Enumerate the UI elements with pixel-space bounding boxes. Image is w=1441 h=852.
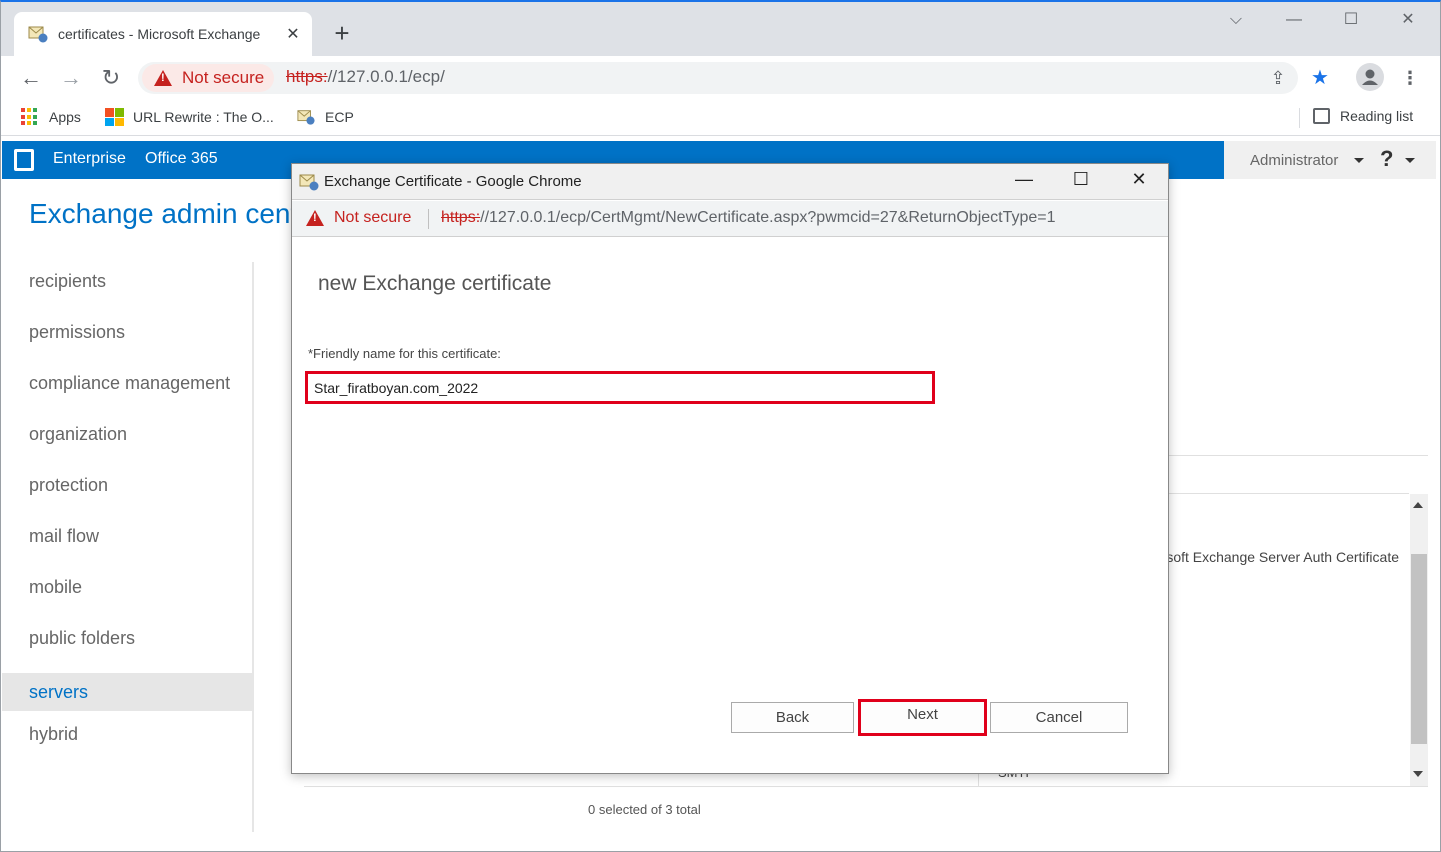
menu-kebab-icon[interactable]: ⋮ <box>1398 66 1422 90</box>
nav-divider <box>252 262 254 832</box>
close-icon[interactable]: ✕ <box>1124 169 1154 190</box>
nav-item-mail-flow[interactable]: mail flow <box>2 513 252 564</box>
help-icon[interactable]: ? <box>1380 146 1393 172</box>
left-nav: recipients permissions compliance manage… <box>2 258 252 762</box>
page-title: Exchange admin center <box>29 198 324 229</box>
exchange-favicon-icon <box>28 26 48 43</box>
bookmark-apps-label: Apps <box>49 109 81 125</box>
bookmark-ecp[interactable]: ECP <box>297 108 354 126</box>
divider <box>304 786 1428 787</box>
warning-icon <box>154 70 172 86</box>
not-secure-indicator[interactable]: Not secure <box>306 209 411 227</box>
back-button[interactable]: Back <box>731 702 854 733</box>
url-text[interactable]: https://127.0.0.1/ecp/ <box>286 67 445 87</box>
reading-list-icon <box>1313 108 1330 124</box>
maximize-icon[interactable]: ☐ <box>1066 169 1096 190</box>
browser-tab[interactable]: certificates - Microsoft Exchange ✕ <box>14 12 312 56</box>
address-bar[interactable]: Not secure https://127.0.0.1/ecp/ ⇪ <box>138 62 1298 94</box>
admin-user-menu[interactable]: Administrator <box>1250 152 1338 169</box>
office365-link[interactable]: Office 365 <box>145 150 218 168</box>
reading-list-label: Reading list <box>1340 108 1414 124</box>
nav-item-recipients[interactable]: recipients <box>2 258 252 309</box>
maximize-icon[interactable]: ☐ <box>1336 8 1366 32</box>
selection-status: 0 selected of 3 total <box>588 802 701 817</box>
divider <box>1169 455 1428 456</box>
not-secure-label: Not secure <box>182 68 265 87</box>
nav-item-compliance-management[interactable]: compliance management <box>2 360 252 411</box>
share-icon[interactable]: ⇪ <box>1266 66 1290 90</box>
microsoft-logo-icon <box>105 108 124 126</box>
tab-close-icon[interactable]: ✕ <box>284 24 302 44</box>
cert-list-row[interactable]: Microsoft Exchange Server Auth Certifica… <box>1169 546 1399 570</box>
friendly-name-label: *Friendly name for this certificate: <box>308 346 501 361</box>
popup-address-bar[interactable]: Not secure https://127.0.0.1/ecp/CertMgm… <box>292 201 1168 237</box>
dialog-heading: new Exchange certificate <box>318 272 552 295</box>
close-window-icon[interactable]: ✕ <box>1393 8 1423 32</box>
popup-url[interactable]: https://127.0.0.1/ecp/CertMgmt/NewCertif… <box>441 209 1056 227</box>
nav-item-mobile[interactable]: mobile <box>2 564 252 615</box>
tab-search-icon[interactable]: ⌵ <box>1221 8 1251 32</box>
back-arrow-icon[interactable]: ← <box>17 64 45 92</box>
nav-item-servers[interactable]: servers <box>2 673 252 711</box>
browser-tab-strip: certificates - Microsoft Exchange ✕ + ⌵ … <box>0 0 1441 56</box>
url-path: //127.0.0.1/ecp/CertMgmt/NewCertificate.… <box>480 209 1056 226</box>
bookmark-apps[interactable]: Apps <box>21 108 81 126</box>
url-scheme: https: <box>441 209 481 226</box>
chevron-down-icon[interactable] <box>1354 158 1364 163</box>
column-divider <box>978 774 979 786</box>
divider <box>428 209 429 229</box>
minimize-icon[interactable]: — <box>1009 169 1039 190</box>
scroll-up-icon[interactable] <box>1413 502 1423 508</box>
cert-name: Microsoft Exchange Server Auth Certifica… <box>1169 549 1399 565</box>
nav-item-protection[interactable]: protection <box>2 462 252 513</box>
tab-title: certificates - Microsoft Exchange <box>58 26 261 42</box>
url-scheme: https: <box>286 67 328 86</box>
nav-item-permissions[interactable]: permissions <box>2 309 252 360</box>
nav-item-hybrid[interactable]: hybrid <box>2 711 252 762</box>
minimize-icon[interactable]: — <box>1279 8 1309 32</box>
nav-item-organization[interactable]: organization <box>2 411 252 462</box>
popup-title: Exchange Certificate - Google Chrome <box>324 173 582 190</box>
bookmarks-divider <box>1299 108 1300 128</box>
chevron-down-icon[interactable] <box>1405 158 1415 163</box>
bookmark-ecp-label: ECP <box>325 109 354 125</box>
friendly-name-input[interactable] <box>305 371 935 404</box>
exchange-favicon-icon <box>299 174 319 191</box>
enterprise-link[interactable]: Enterprise <box>53 150 126 185</box>
not-secure-indicator[interactable]: Not secure <box>142 64 275 92</box>
reading-list-button[interactable]: Reading list <box>1313 108 1413 124</box>
forward-arrow-icon[interactable]: → <box>57 64 85 92</box>
scrollbar-thumb[interactable] <box>1411 554 1427 744</box>
bookmarks-bar: Apps URL Rewrite : The O... ECP Reading … <box>0 100 1441 136</box>
bookmark-url-rewrite-label: URL Rewrite : The O... <box>133 109 274 125</box>
reload-icon[interactable]: ↻ <box>97 64 125 92</box>
not-secure-label: Not secure <box>334 209 412 226</box>
cancel-button[interactable]: Cancel <box>990 702 1128 733</box>
divider <box>1169 493 1409 494</box>
next-button[interactable]: Next <box>858 699 987 736</box>
popup-titlebar[interactable]: Exchange Certificate - Google Chrome — ☐… <box>292 164 1168 200</box>
certificate-popup-window: Exchange Certificate - Google Chrome — ☐… <box>291 163 1169 774</box>
bookmark-star-icon[interactable]: ★ <box>1308 66 1332 90</box>
warning-icon <box>306 210 324 226</box>
admin-bar: Administrator ? <box>1224 141 1436 179</box>
apps-grid-icon <box>21 108 39 126</box>
nav-item-public-folders[interactable]: public folders <box>2 615 252 666</box>
scroll-down-icon[interactable] <box>1413 771 1423 777</box>
profile-avatar-icon[interactable] <box>1356 63 1384 91</box>
exchange-favicon-icon <box>297 110 315 125</box>
office-logo-icon[interactable] <box>14 149 34 171</box>
bookmark-url-rewrite[interactable]: URL Rewrite : The O... <box>105 108 274 126</box>
url-path: //127.0.0.1/ecp/ <box>327 67 445 86</box>
browser-toolbar: ← → ↻ Not secure https://127.0.0.1/ecp/ … <box>0 56 1441 100</box>
new-tab-button[interactable]: + <box>328 18 356 48</box>
